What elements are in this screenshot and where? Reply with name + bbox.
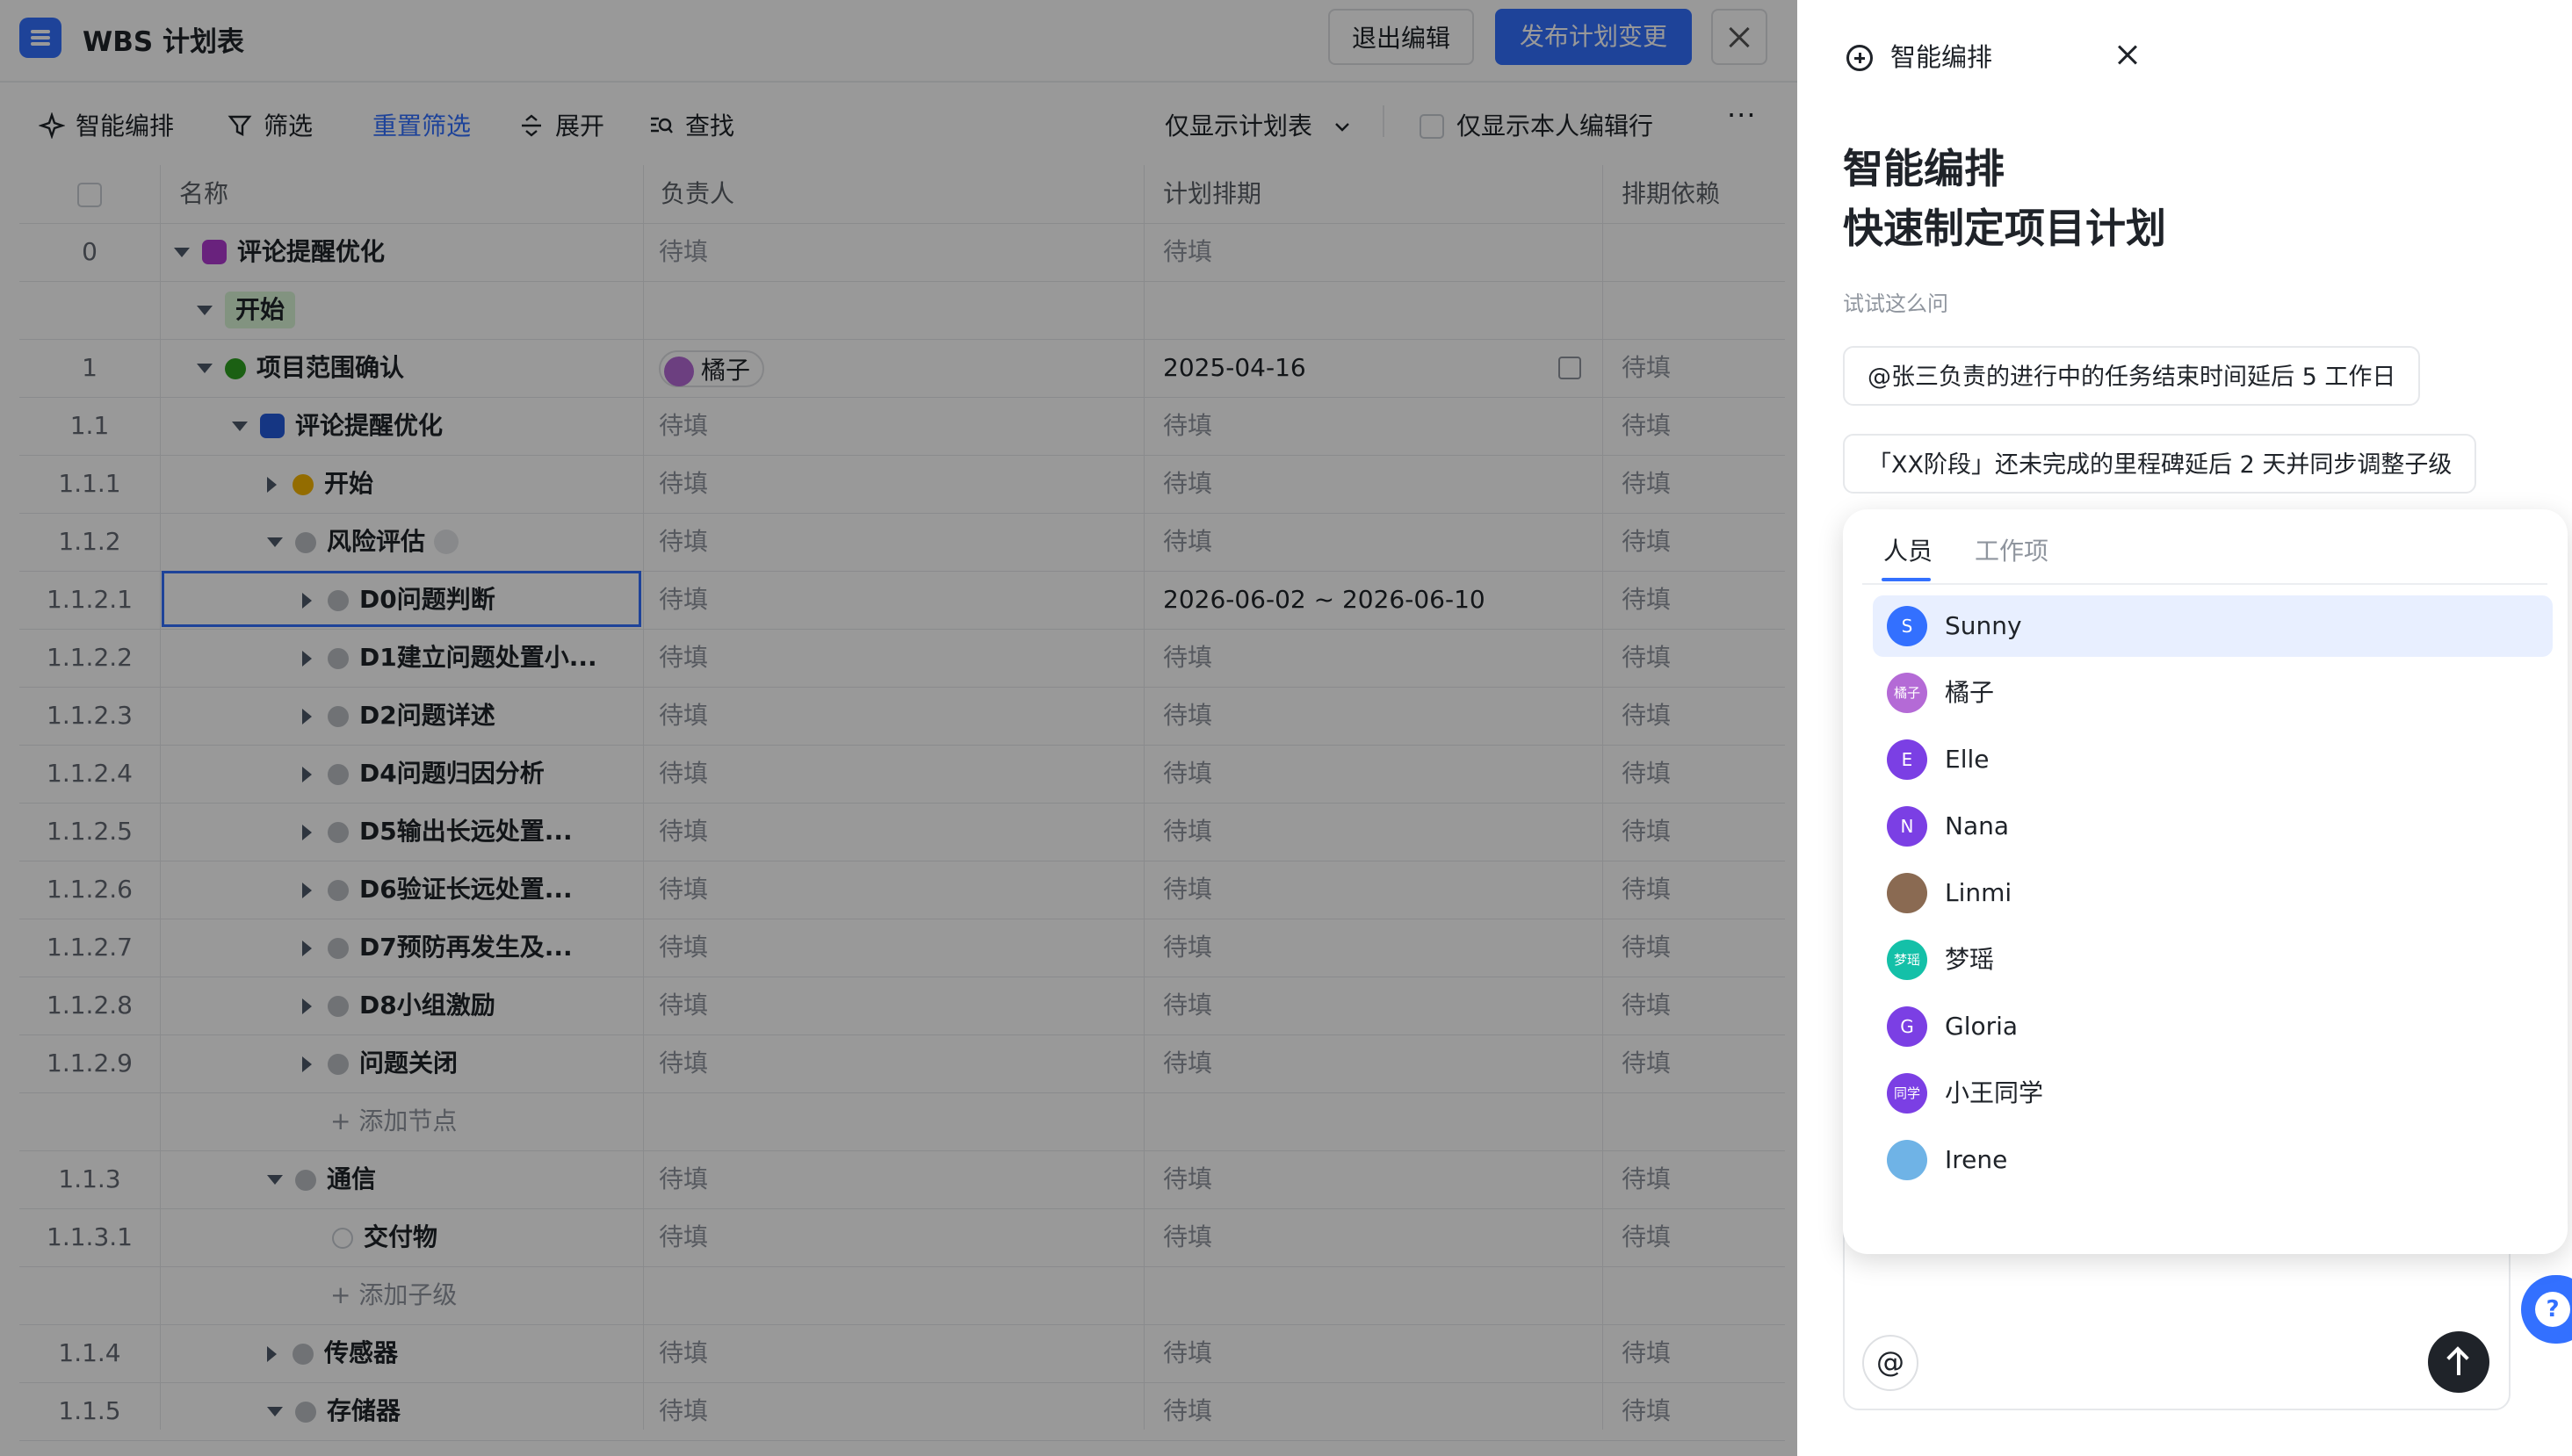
avatar: N bbox=[1887, 806, 1927, 847]
avatar: 梦瑶 bbox=[1887, 940, 1927, 980]
suggestion-chip[interactable]: @张三负责的进行中的任务结束时间延后 5 工作日 bbox=[1843, 346, 2421, 406]
person-name: Nana bbox=[1945, 811, 2010, 840]
mention-popup: 人员 工作项 S Sunny 橘子 橘子 E Elle N Nana Linmi 梦瑶 梦瑶 G Glo… bbox=[1843, 509, 2568, 1254]
person-option[interactable]: 同学 小王同学 bbox=[1873, 1063, 2553, 1124]
avatar: S bbox=[1887, 606, 1927, 646]
person-name: 橘子 bbox=[1945, 678, 1995, 707]
panel-hero: 智能编排 快速制定项目计划 bbox=[1843, 139, 2166, 258]
person-name: Sunny bbox=[1945, 611, 2022, 640]
person-option[interactable]: S Sunny bbox=[1873, 595, 2553, 657]
avatar: G bbox=[1887, 1006, 1927, 1047]
avatar: 橘子 bbox=[1887, 673, 1927, 713]
plus-circle-icon[interactable] bbox=[1846, 45, 1873, 71]
try-label: 试试这么问 bbox=[1843, 292, 1948, 316]
person-option[interactable]: G Gloria bbox=[1873, 996, 2553, 1057]
tab-people[interactable]: 人员 bbox=[1883, 532, 1933, 567]
avatar bbox=[1887, 1140, 1927, 1180]
person-option[interactable]: E Elle bbox=[1873, 729, 2553, 790]
hero-line-1: 智能编排 bbox=[1843, 145, 2005, 192]
person-option[interactable]: Linmi bbox=[1873, 862, 2553, 924]
mention-tabs: 人员 工作项 bbox=[1862, 509, 2547, 585]
person-name: 小王同学 bbox=[1945, 1078, 2044, 1107]
hero-line-2: 快速制定项目计划 bbox=[1843, 205, 2166, 252]
tab-work-items[interactable]: 工作项 bbox=[1975, 532, 2048, 567]
active-tab-indicator bbox=[1882, 578, 1931, 581]
send-button[interactable] bbox=[2428, 1331, 2489, 1393]
person-name: Linmi bbox=[1945, 878, 2012, 907]
person-name: Elle bbox=[1945, 745, 1990, 774]
person-name: Gloria bbox=[1945, 1012, 2019, 1041]
close-icon[interactable] bbox=[2117, 44, 2138, 65]
panel-header: 智能编排 bbox=[1846, 37, 1992, 74]
person-option[interactable]: N Nana bbox=[1873, 796, 2553, 857]
avatar: E bbox=[1887, 739, 1927, 780]
avatar bbox=[1887, 873, 1927, 913]
person-option[interactable]: 橘子 橘子 bbox=[1873, 662, 2553, 724]
panel-title: 智能编排 bbox=[1890, 42, 1993, 72]
person-name: 梦瑶 bbox=[1945, 945, 1995, 974]
mention-button[interactable]: @ bbox=[1862, 1335, 1918, 1391]
person-option[interactable]: Irene bbox=[1873, 1129, 2553, 1191]
help-icon: ? bbox=[2535, 1292, 2570, 1327]
person-name: Irene bbox=[1945, 1145, 2008, 1174]
person-option[interactable]: 梦瑶 梦瑶 bbox=[1873, 929, 2553, 991]
avatar: 同学 bbox=[1887, 1073, 1927, 1114]
suggestion-chip[interactable]: 「XX阶段」还未完成的里程碑延后 2 天并同步调整子级 bbox=[1843, 434, 2477, 494]
